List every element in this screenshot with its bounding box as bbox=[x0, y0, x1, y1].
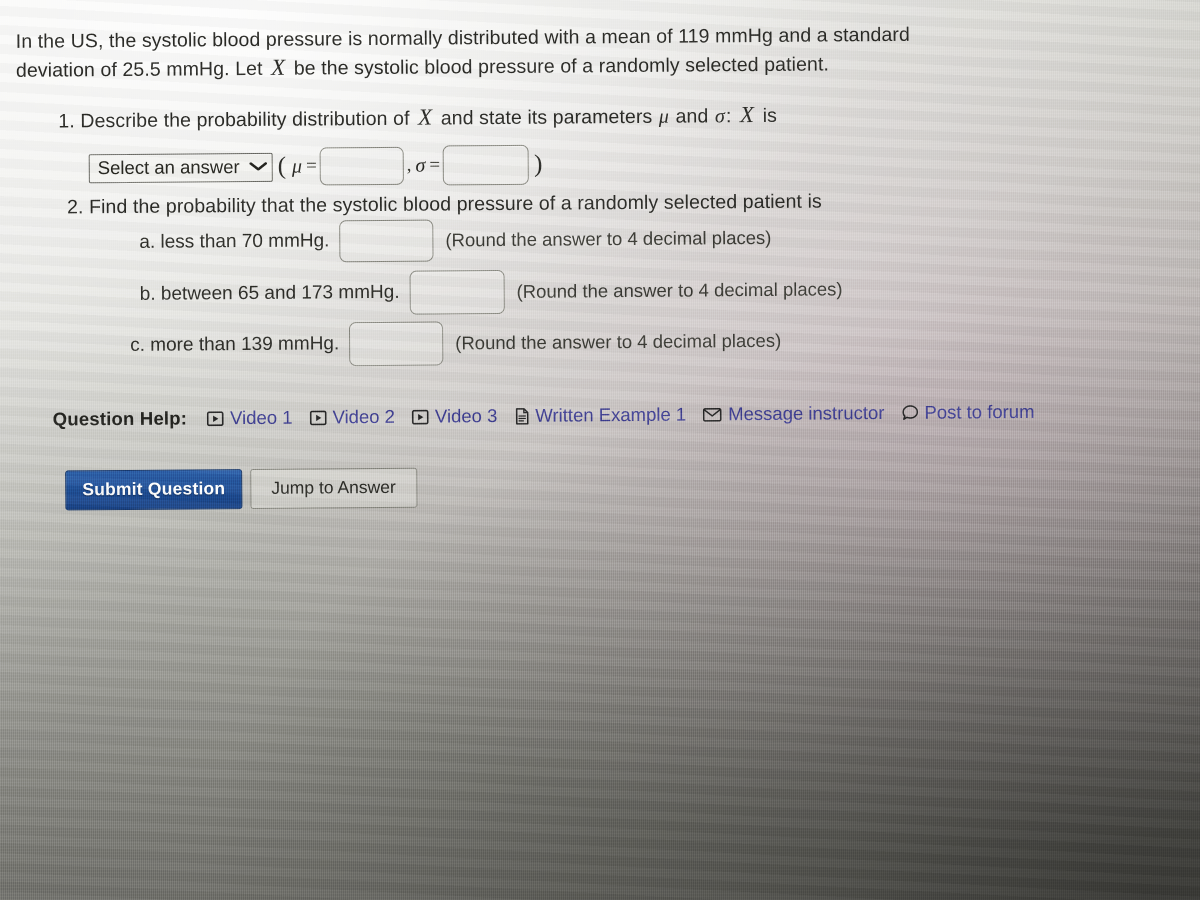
part-1-and: and bbox=[675, 105, 709, 128]
part-2-item-c: c. more than 139 mmHg. (Round the answer… bbox=[130, 319, 781, 368]
sigma-label: σ bbox=[415, 154, 426, 177]
select-an-answer-value: Select an answer bbox=[97, 155, 240, 178]
part-1-answer-row: Select an answer ( μ = , σ = ) bbox=[88, 144, 548, 189]
question-content: In the US, the systolic blood pressure i… bbox=[0, 0, 1200, 900]
part-2-item-a: a. less than 70 mmHg. (Round the answer … bbox=[139, 217, 771, 264]
problem-statement: In the US, the systolic blood pressure i… bbox=[16, 20, 1146, 85]
open-paren: ( bbox=[277, 152, 287, 180]
question-help-link-video-3[interactable]: Video 3 bbox=[412, 405, 498, 428]
chevron-down-icon bbox=[249, 160, 268, 172]
submit-question-button[interactable]: Submit Question bbox=[65, 469, 243, 511]
question-help-link-video-1-label: Video 1 bbox=[230, 406, 293, 429]
part-1-number: 1. bbox=[58, 110, 75, 133]
mu-symbol-inline: μ bbox=[658, 105, 670, 128]
question-help-link-video-2[interactable]: Video 2 bbox=[309, 406, 395, 429]
problem-statement-line-2-a: deviation of 25.5 mmHg. Let bbox=[15, 57, 263, 82]
part-2-item-b-hint: (Round the answer to 4 decimal places) bbox=[516, 278, 843, 302]
close-paren: ) bbox=[533, 150, 543, 178]
part-2-item-b-label: b. between 65 and 173 mmHg. bbox=[139, 281, 400, 305]
part-2-item-c-input[interactable] bbox=[349, 321, 444, 367]
part-1-colon: : bbox=[725, 105, 732, 128]
video-play-icon bbox=[207, 410, 224, 426]
mu-equals-sign: = bbox=[305, 155, 317, 177]
sigma-symbol-inline: σ bbox=[714, 105, 725, 128]
part-2-text: Find the probability that the systolic b… bbox=[88, 190, 822, 219]
sigma-equals-sign: = bbox=[429, 154, 441, 176]
part-1-text-before: Describe the probability distribution of bbox=[80, 107, 410, 133]
part-2-prompt: 2. Find the probability that the systoli… bbox=[67, 187, 1067, 222]
part-1-is: is bbox=[762, 104, 778, 127]
question-help-row: Question Help: Video 1 Video 2 Video 3 W… bbox=[53, 401, 1052, 431]
question-help-link-written-example-1-label: Written Example 1 bbox=[535, 403, 687, 426]
question-help-link-video-2-label: Video 2 bbox=[332, 405, 396, 428]
video-play-icon bbox=[412, 409, 429, 424]
part-2-item-a-label: a. less than 70 mmHg. bbox=[139, 230, 330, 253]
random-variable-x: X bbox=[270, 54, 286, 80]
question-help-link-written-example-1[interactable]: Written Example 1 bbox=[514, 404, 686, 427]
action-button-row: Submit Question Jump to Answer bbox=[65, 467, 417, 511]
question-help-link-post-to-forum-label: Post to forum bbox=[924, 400, 1035, 423]
question-help-link-message-instructor-label: Message instructor bbox=[728, 402, 885, 425]
document-icon bbox=[514, 407, 529, 425]
video-play-icon bbox=[309, 410, 327, 425]
question-help-link-video-3-label: Video 3 bbox=[434, 405, 498, 427]
problem-statement-line-2-b: be the systolic blood pressure of a rand… bbox=[293, 53, 830, 80]
part-2-item-a-input[interactable] bbox=[339, 219, 434, 263]
part-2-item-c-hint: (Round the answer to 4 decimal places) bbox=[455, 329, 782, 354]
mu-input[interactable] bbox=[319, 146, 404, 186]
part-1-variable-x: X bbox=[417, 104, 433, 130]
jump-to-answer-button[interactable]: Jump to Answer bbox=[250, 467, 417, 509]
speech-bubble-icon bbox=[901, 405, 918, 421]
part-2-item-c-label: c. more than 139 mmHg. bbox=[130, 333, 340, 356]
question-help-label: Question Help: bbox=[52, 407, 188, 430]
part-2-item-b-input[interactable] bbox=[409, 269, 505, 315]
param-comma: , bbox=[406, 154, 412, 176]
mu-label: μ bbox=[291, 155, 303, 178]
question-help-link-message-instructor[interactable]: Message instructor bbox=[703, 402, 885, 425]
part-1-prompt: 1. Describe the probability distribution… bbox=[58, 99, 1058, 136]
sigma-input[interactable] bbox=[442, 144, 530, 186]
part-1-variable-x-2: X bbox=[739, 102, 755, 128]
question-help-link-post-to-forum[interactable]: Post to forum bbox=[901, 400, 1035, 424]
part-2-item-b: b. between 65 and 173 mmHg. (Round the a… bbox=[140, 267, 843, 317]
part-1-text-after: and state its parameters bbox=[440, 105, 653, 130]
part-2-number: 2. bbox=[66, 196, 84, 219]
select-an-answer-dropdown[interactable]: Select an answer bbox=[88, 152, 273, 183]
part-2-item-a-hint: (Round the answer to 4 decimal places) bbox=[445, 226, 772, 251]
question-help-link-video-1[interactable]: Video 1 bbox=[207, 407, 293, 430]
envelope-icon bbox=[703, 407, 722, 422]
